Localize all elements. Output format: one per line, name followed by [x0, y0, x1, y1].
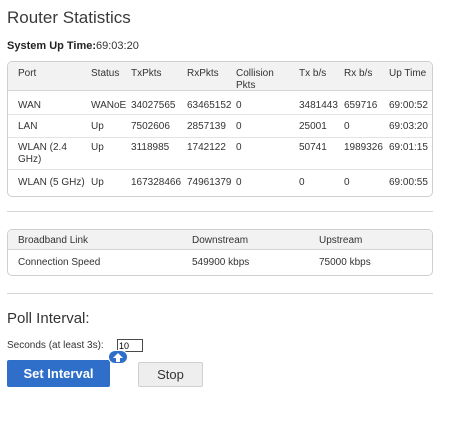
poll-interval-title: Poll Interval:	[7, 310, 90, 327]
col-header-port: Port	[18, 68, 37, 79]
cell-port: WAN	[18, 100, 41, 111]
cell-txpkts: 34027565	[131, 100, 176, 111]
table-row: LAN Up 7502606 2857139 0 25001 0 69:03:2…	[8, 115, 432, 138]
cell-status: WANoE	[91, 100, 127, 111]
uptime-label: System Up Time:	[7, 40, 97, 52]
col-header-upstream: Upstream	[319, 235, 363, 246]
seconds-label: Seconds (at least 3s):	[7, 340, 104, 351]
cell-rx-bps: 1989326	[344, 142, 383, 153]
cell-uptime: 69:03:20	[389, 121, 428, 132]
cell-port: WLAN (2.4 GHz)	[18, 142, 67, 165]
cell-uptime: 69:00:55	[389, 177, 428, 188]
table-row: WLAN (2.4 GHz) Up 3118985 1742122 0 5074…	[8, 138, 432, 170]
cell-collision: 0	[236, 121, 242, 132]
cell-rx-bps: 0	[344, 121, 350, 132]
col-header-rxpkts: RxPkts	[187, 68, 219, 79]
col-header-status: Status	[91, 68, 120, 79]
cell-collision: 0	[236, 100, 242, 111]
col-header-collision: Collision Pkts	[236, 68, 274, 91]
page-title: Router Statistics	[7, 8, 131, 27]
cell-tx-bps: 50741	[299, 142, 327, 153]
router-stats-table: Port Status TxPkts RxPkts Collision Pkts…	[7, 61, 433, 197]
col-header-txpkts: TxPkts	[131, 68, 162, 79]
cell-rxpkts: 74961379	[187, 177, 232, 188]
cell-rxpkts: 63465152	[187, 100, 232, 111]
set-interval-button[interactable]: Set Interval	[7, 360, 110, 387]
cell-collision: 0	[236, 142, 242, 153]
cell-status: Up	[91, 121, 104, 132]
cell-status: Up	[91, 142, 104, 153]
section-divider	[7, 211, 433, 212]
broadband-table: Broadband Link Downstream Upstream Conne…	[7, 229, 433, 276]
cell-tx-bps: 25001	[299, 121, 327, 132]
table-header: Broadband Link Downstream Upstream	[8, 230, 432, 250]
cell-txpkts: 167328466	[131, 177, 182, 188]
cell-rxpkts: 1742122	[187, 142, 226, 153]
cell-tx-bps: 0	[299, 177, 305, 188]
cell-port: LAN	[18, 121, 38, 132]
cell-txpkts: 7502606	[131, 121, 170, 132]
cell-txpkts: 3118985	[131, 142, 170, 153]
stop-button[interactable]: Stop	[138, 362, 203, 387]
table-row: WLAN (5 GHz) Up 167328466 74961379 0 0 0…	[8, 170, 432, 196]
table-header: Port Status TxPkts RxPkts Collision Pkts…	[8, 62, 432, 91]
cell-port: WLAN (5 GHz)	[18, 177, 85, 188]
uptime-value: 69:03:20	[96, 40, 139, 52]
cell-uptime: 69:01:15	[389, 142, 428, 153]
cell-rx-bps: 659716	[344, 100, 378, 111]
col-header-downstream: Downstream	[192, 235, 249, 246]
cell-upstream: 75000 kbps	[319, 257, 371, 268]
col-header-tx-bps: Tx b/s	[299, 68, 327, 79]
col-header-uptime: Up Time	[389, 68, 427, 79]
cell-collision: 0	[236, 177, 242, 188]
cell-connection-speed-label: Connection Speed	[18, 257, 101, 268]
cell-uptime: 69:00:52	[389, 100, 428, 111]
cursor-handle-icon[interactable]	[108, 350, 128, 364]
cell-status: Up	[91, 177, 104, 188]
cell-rxpkts: 2857139	[187, 121, 226, 132]
table-row: WAN WANoE 34027565 63465152 0 3481443 65…	[8, 91, 432, 115]
arrow-up-icon	[113, 352, 123, 362]
section-divider	[7, 293, 433, 294]
cell-downstream: 549900 kbps	[192, 257, 250, 268]
system-uptime: System Up Time: 69:03:20	[7, 40, 139, 52]
cell-rx-bps: 0	[344, 177, 350, 188]
table-row: Connection Speed 549900 kbps 75000 kbps	[8, 250, 432, 275]
col-header-rx-bps: Rx b/s	[344, 68, 373, 79]
col-header-broadband-link: Broadband Link	[18, 235, 89, 246]
cell-tx-bps: 3481443	[299, 100, 338, 111]
